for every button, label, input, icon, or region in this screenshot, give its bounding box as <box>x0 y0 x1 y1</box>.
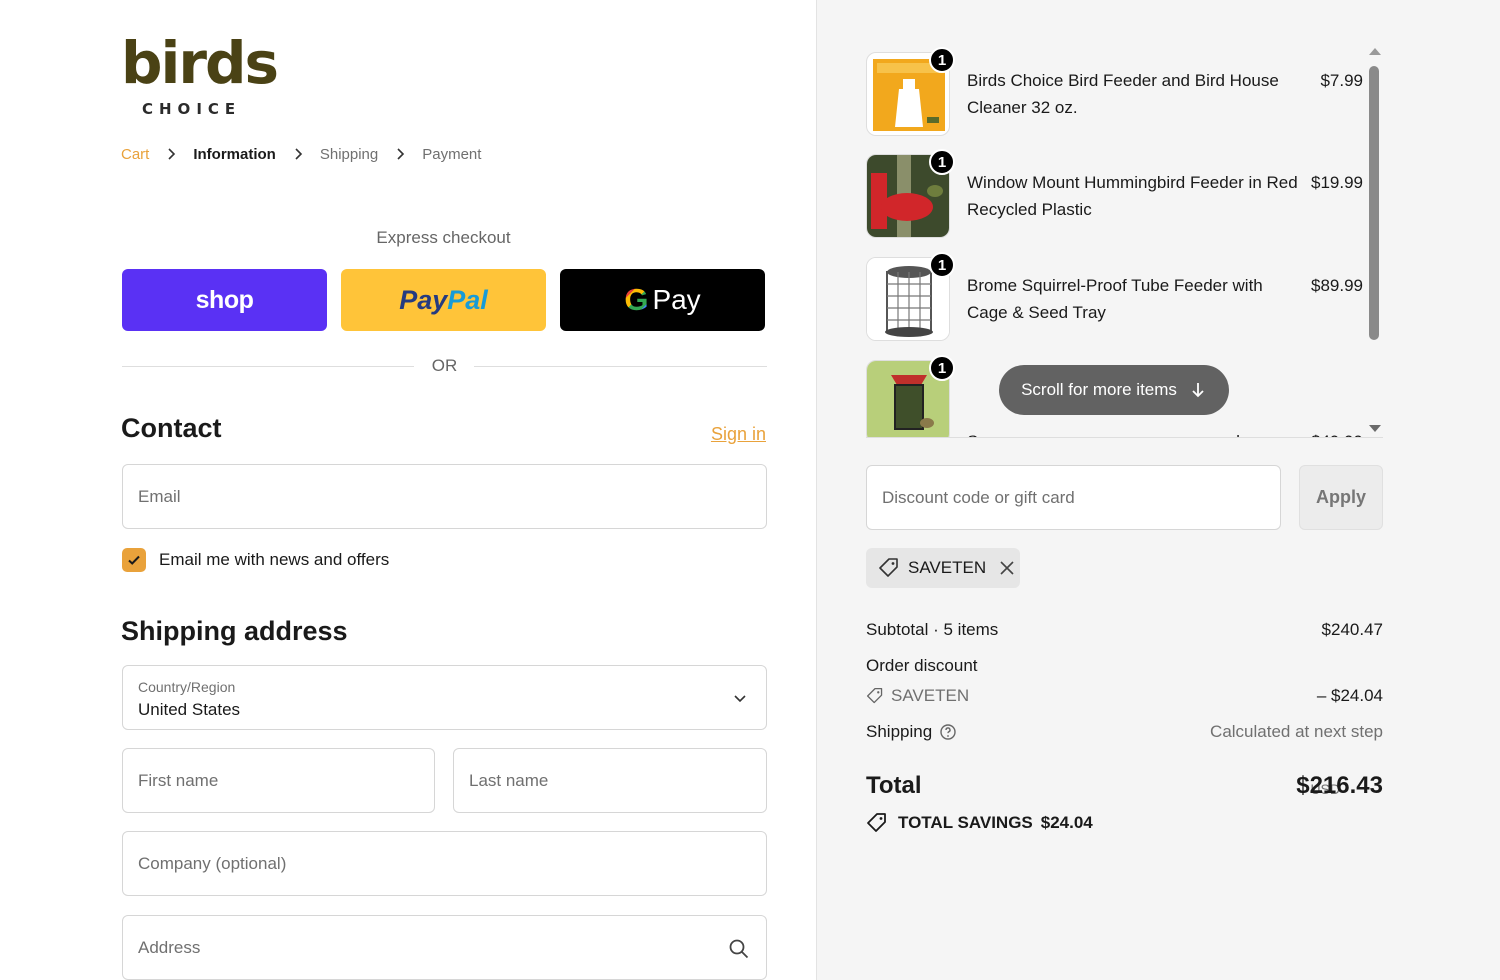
subtotal-label: Subtotal · 5 items <box>866 620 999 639</box>
search-icon <box>729 939 749 959</box>
item-price: $7.99 <box>1320 71 1363 90</box>
shop-pay-button[interactable]: shop <box>122 269 327 331</box>
quantity-badge: 1 <box>929 355 955 381</box>
quantity-badge: 1 <box>929 47 955 73</box>
divider-line <box>474 366 767 367</box>
email-placeholder: Email <box>138 486 181 506</box>
logo-wordmark: birds <box>121 29 279 97</box>
help-icon[interactable] <box>939 723 957 741</box>
breadcrumb-information: Information <box>193 145 276 163</box>
order-discount-row: Order discount <box>866 656 1383 676</box>
shipping-value: Calculated at next step <box>1210 722 1383 741</box>
paypal-button[interactable]: Pay Pal <box>341 269 546 331</box>
birds-choice-logo[interactable]: birds CHOICE <box>121 34 279 124</box>
chevron-right-icon <box>397 148 405 160</box>
scroll-up-arrow-icon[interactable] <box>1369 48 1381 55</box>
shipping-row: Shipping Calculated at next step <box>866 722 1383 742</box>
logo-subtitle: CHOICE <box>142 100 242 118</box>
country-region-select[interactable]: Country/Region United States <box>122 665 767 730</box>
total-savings: TOTAL SAVINGS $24.04 <box>866 812 1093 834</box>
tag-icon <box>866 687 883 704</box>
country-region-label: Country/Region <box>138 679 236 695</box>
news-offers-option[interactable]: Email me with news and offers <box>122 548 389 572</box>
breadcrumb: Cart Information Shipping Payment <box>121 144 481 164</box>
total-label: Total <box>866 772 922 799</box>
first-name-placeholder: First name <box>138 770 219 790</box>
discount-placeholder: Discount code or gift card <box>882 487 1075 507</box>
breadcrumb-payment: Payment <box>422 145 482 163</box>
paypal-label-pay: Pay <box>399 284 448 315</box>
scrollbar-thumb[interactable] <box>1369 66 1379 340</box>
shipping-address-heading: Shipping address <box>121 616 348 646</box>
email-field[interactable]: Email <box>122 464 767 529</box>
address-field[interactable]: Address <box>122 915 767 980</box>
discount-code-line: SAVETEN <box>866 686 969 706</box>
quantity-badge: 1 <box>929 149 955 175</box>
subtotal-row: Subtotal · 5 items $240.47 <box>866 620 1383 640</box>
first-name-field[interactable]: First name <box>122 748 435 813</box>
applied-discount-tag: SAVETEN <box>866 548 1020 588</box>
order-discount-label: Order discount <box>866 656 978 675</box>
or-divider: OR <box>122 355 767 377</box>
discount-detail-row: SAVETEN – $24.04 <box>866 686 1383 710</box>
item-name: Birds Choice Bird Feeder and Bird House … <box>967 71 1279 117</box>
cart-item: 1 Brome Squirrel-Proof Tube Feeder with … <box>866 245 1363 341</box>
item-name-end: ed <box>1221 428 1261 437</box>
item-name: Window Mount Hummingbird Feeder in Red R… <box>967 173 1298 219</box>
close-icon[interactable] <box>999 560 1015 576</box>
breadcrumb-cart[interactable]: Cart <box>121 146 149 163</box>
total-value: $216.43 <box>1296 772 1383 799</box>
applied-discount-code: SAVETEN <box>908 558 987 577</box>
cart-scrollbar[interactable] <box>1367 48 1381 434</box>
total-savings-value: $24.04 <box>1040 813 1093 832</box>
express-checkout-label: Express checkout <box>376 228 511 247</box>
discount-code-text: SAVETEN <box>891 686 970 705</box>
scroll-for-more-label: Scroll for more items <box>1021 380 1177 399</box>
last-name-field[interactable]: Last name <box>453 748 767 813</box>
item-price: $49.99 <box>1311 428 1363 437</box>
tag-icon <box>867 813 886 832</box>
total-savings-label: TOTAL SAVINGS <box>898 813 1033 832</box>
subtotal-value: $240.47 <box>1321 620 1383 639</box>
quantity-badge: 1 <box>929 252 955 278</box>
chevron-down-icon <box>734 695 746 703</box>
paypal-label-pal: Pal <box>447 284 488 315</box>
shipping-label-wrap: Shipping <box>866 722 957 742</box>
google-pay-label: Pay <box>652 284 701 315</box>
news-offers-checkbox[interactable] <box>122 548 146 572</box>
chevron-right-icon <box>295 148 302 160</box>
google-g-icon: G <box>624 282 649 317</box>
shop-pay-label: shop <box>195 285 254 314</box>
cart-item: 1 Birds Choice Bird Feeder and Bird Hous… <box>866 40 1363 136</box>
sign-in-link[interactable]: Sign in <box>711 424 766 445</box>
scroll-down-arrow-icon[interactable] <box>1369 425 1381 432</box>
discount-code-input[interactable]: Discount code or gift card <box>866 465 1281 530</box>
item-price: $89.99 <box>1311 276 1363 295</box>
scroll-for-more-button[interactable]: Scroll for more items <box>999 365 1229 415</box>
arrow-down-icon <box>1192 383 1204 398</box>
tag-icon <box>879 558 898 577</box>
contact-heading: Contact <box>121 413 222 443</box>
shipping-label: Shipping <box>866 722 933 741</box>
last-name-placeholder: Last name <box>469 770 549 790</box>
item-name: Brome Squirrel-Proof Tube Feeder with Ca… <box>967 276 1263 322</box>
order-summary: 1 Birds Choice Bird Feeder and Bird Hous… <box>816 0 1500 980</box>
country-region-value: United States <box>138 700 241 719</box>
company-placeholder: Company (optional) <box>138 853 287 873</box>
apply-discount-button[interactable]: Apply <box>1299 465 1383 530</box>
checkout-main: birds CHOICE Cart Information Shipping P… <box>0 0 816 980</box>
company-field[interactable]: Company (optional) <box>122 831 767 896</box>
breadcrumb-shipping: Shipping <box>319 145 379 163</box>
discount-value: – $24.04 <box>1316 686 1383 705</box>
news-offers-label: Email me with news and offers <box>159 550 390 569</box>
cart-item: 1 Window Mount Hummingbird Feeder in Red… <box>866 142 1363 238</box>
checkmark-icon <box>128 555 140 565</box>
address-placeholder: Address <box>138 937 201 957</box>
google-pay-button[interactable]: G Pay <box>560 269 765 331</box>
item-price: $19.99 <box>1311 173 1363 192</box>
chevron-right-icon <box>168 148 176 160</box>
